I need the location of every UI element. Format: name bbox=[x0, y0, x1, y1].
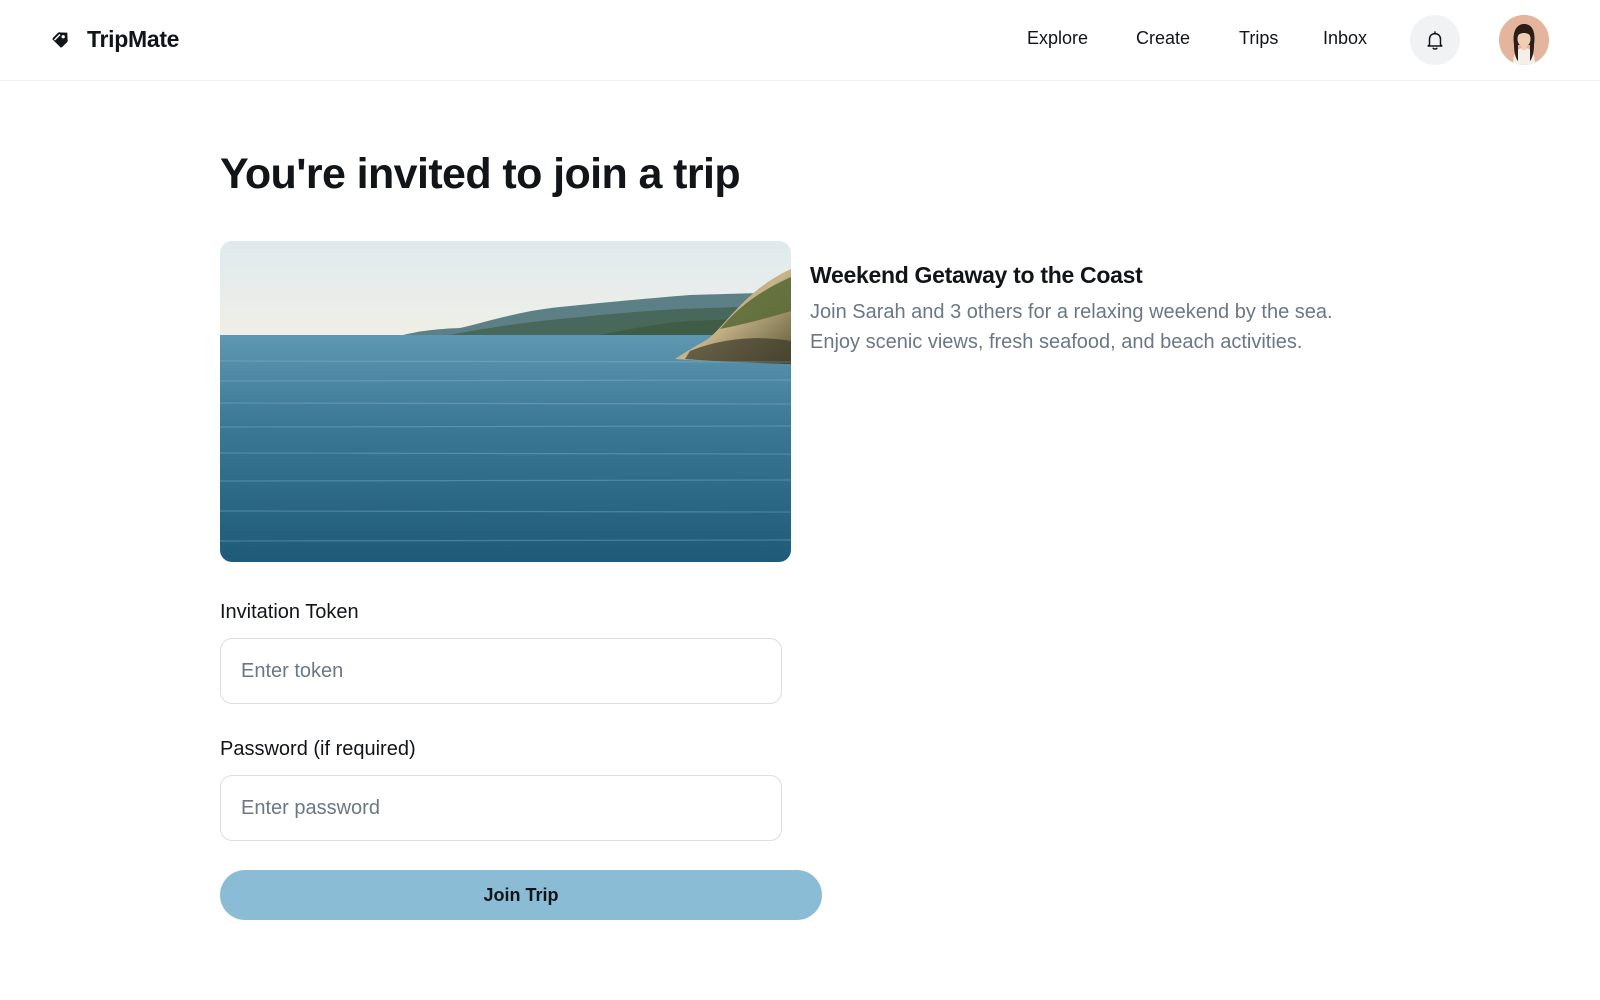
nav-trips[interactable]: Trips bbox=[1239, 28, 1278, 49]
top-navigation-bar: TripMate Explore Create Trips Inbox bbox=[0, 0, 1600, 81]
page-title: You're invited to join a trip bbox=[220, 150, 741, 198]
join-trip-button[interactable]: Join Trip bbox=[220, 870, 822, 920]
password-input[interactable] bbox=[220, 775, 782, 841]
notifications-button[interactable] bbox=[1410, 15, 1460, 65]
bell-icon bbox=[1427, 31, 1443, 50]
brand-name: TripMate bbox=[87, 26, 180, 52]
nav-trips-label: Trips bbox=[1239, 28, 1279, 48]
coastal-sea-illustration bbox=[220, 241, 791, 562]
nav-create[interactable]: Create bbox=[1136, 28, 1190, 49]
nav-inbox[interactable]: Inbox bbox=[1323, 28, 1367, 49]
tag-logo-icon bbox=[52, 31, 68, 48]
token-input[interactable] bbox=[220, 638, 782, 704]
brand[interactable]: TripMate bbox=[49, 26, 179, 53]
token-label: Invitation Token bbox=[220, 601, 359, 623]
nav-create-label: Create bbox=[1136, 28, 1191, 48]
password-label: Password (if required) bbox=[220, 738, 416, 760]
nav-inbox-label: Inbox bbox=[1323, 28, 1368, 48]
nav-explore-label: Explore bbox=[1027, 28, 1089, 48]
nav-explore[interactable]: Explore bbox=[1027, 28, 1088, 49]
trip-description: Join Sarah and 3 others for a relaxing w… bbox=[810, 301, 1333, 353]
user-avatar[interactable] bbox=[1499, 15, 1549, 65]
trip-title: Weekend Getaway to the Coast bbox=[810, 262, 1143, 288]
trip-cover-image bbox=[220, 241, 791, 562]
avatar-portrait-icon bbox=[1499, 15, 1549, 65]
